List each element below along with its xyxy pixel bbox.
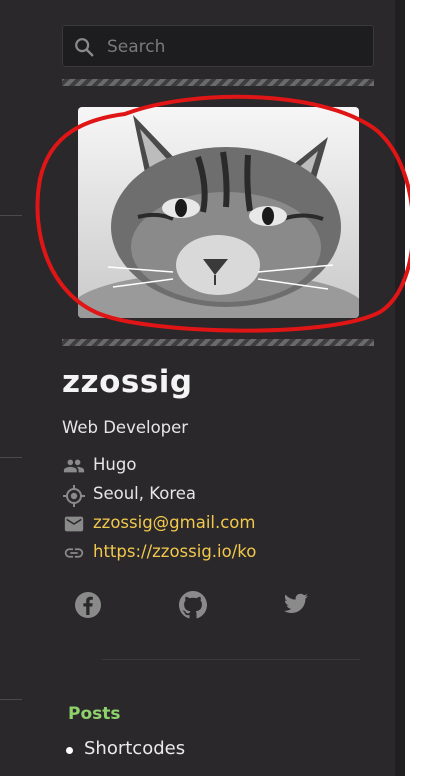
- github-link[interactable]: [179, 591, 207, 623]
- left-divider: [0, 699, 22, 700]
- email-link[interactable]: zzossig@gmail.com: [93, 513, 255, 532]
- location-text: Seoul, Korea: [93, 484, 197, 503]
- twitter-link[interactable]: [283, 591, 309, 621]
- target-location-icon: [63, 485, 85, 507]
- search-box[interactable]: [62, 25, 374, 67]
- left-divider: [0, 215, 22, 216]
- author-avatar: [78, 107, 359, 318]
- twitter-icon: [284, 593, 308, 613]
- github-icon: [179, 591, 207, 619]
- author-name: zzossig: [62, 364, 193, 400]
- content-area: [405, 0, 437, 776]
- nav-heading-posts[interactable]: Posts: [68, 704, 121, 724]
- stripe-divider-bottom: [62, 339, 374, 346]
- sidebar-divider: [102, 659, 360, 660]
- people-icon: [63, 459, 85, 473]
- stripe-divider-top: [62, 79, 374, 86]
- sidebar-edge: [395, 0, 405, 776]
- facebook-icon: [75, 592, 101, 618]
- bullet-icon: [66, 747, 73, 754]
- search-icon: [75, 38, 94, 57]
- facebook-link[interactable]: [74, 591, 102, 623]
- website-link[interactable]: https://zzossig.io/ko: [93, 542, 256, 561]
- nav-item-shortcodes[interactable]: Shortcodes: [84, 738, 185, 759]
- envelope-icon: [64, 516, 84, 532]
- author-bio: Web Developer: [62, 418, 189, 437]
- search-input[interactable]: [105, 34, 359, 60]
- left-divider: [0, 457, 22, 458]
- organization-text: Hugo: [93, 455, 137, 474]
- chain-link-icon: [64, 548, 84, 558]
